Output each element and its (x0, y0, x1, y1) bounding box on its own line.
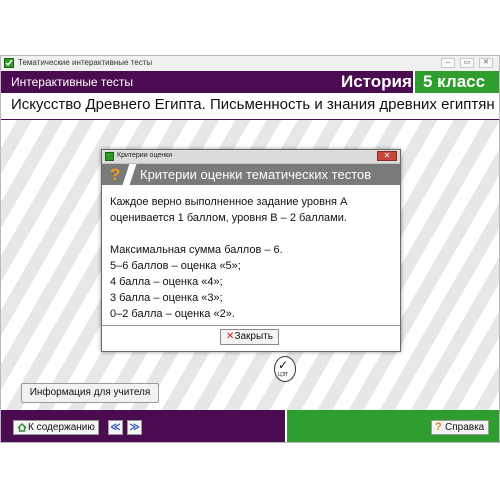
criteria-line (110, 226, 390, 242)
dialog-window-title: Критерии оценки (117, 152, 173, 159)
prev-icon: ≪ (110, 422, 121, 433)
subject-title: История (341, 72, 412, 91)
footer-bar: К содержанию ≪ ≫ ? Справка (1, 410, 499, 442)
section-title: Интерактивные тесты (11, 75, 134, 89)
dialog-divider (102, 325, 400, 326)
cet-logo-icon: ✓ ЦЭТ (274, 356, 296, 382)
title-bar: Тематические интерактивные тесты – ▭ ✕ (1, 56, 499, 72)
home-icon (17, 423, 27, 432)
toc-button[interactable]: К содержанию (13, 420, 99, 435)
help-icon: ? (435, 421, 442, 433)
help-label: Справка (445, 422, 485, 433)
close-label: Закрыть (234, 331, 273, 342)
next-icon: ≫ (129, 422, 140, 433)
criteria-line: 0–2 балла – оценка «2». (110, 308, 235, 320)
dialog-heading: Критерии оценки тематических тестов (140, 167, 372, 182)
maximize-icon[interactable]: ▭ (460, 58, 474, 68)
prev-button[interactable]: ≪ (108, 420, 123, 435)
criteria-line: оценивается 1 баллом, уровня В – 2 балла… (110, 212, 347, 224)
criteria-line: Каждое верно выполненное задание уровня … (110, 196, 348, 208)
next-button[interactable]: ≫ (127, 420, 142, 435)
question-icon: ? (110, 165, 121, 184)
dialog-body: Каждое верно выполненное задание уровня … (110, 194, 390, 322)
app-icon (4, 58, 14, 68)
criteria-line: 4 балла – оценка «4»; (110, 276, 223, 288)
close-button[interactable]: ✕Закрыть (220, 329, 279, 345)
teacher-info-button[interactable]: Информация для учителя (21, 383, 159, 403)
header-bar: Интерактивные тесты История 5 класс (1, 71, 499, 93)
dialog-title-bar: Критерии оценки ✕ (102, 150, 400, 164)
minimize-icon[interactable]: – (441, 58, 455, 68)
dialog-header: ? Критерии оценки тематических тестов (102, 164, 400, 185)
grade-label: 5 класс (423, 72, 486, 91)
footer-divider (285, 410, 287, 442)
lesson-title: Искусство Древнего Египта. Письменность … (11, 96, 495, 113)
toc-label: К содержанию (28, 422, 95, 433)
close-icon[interactable]: ✕ (479, 58, 493, 68)
grade-badge: 5 класс (415, 71, 499, 93)
help-button[interactable]: ? Справка (431, 420, 489, 435)
criteria-line: 3 балла – оценка «3»; (110, 292, 223, 304)
window-title: Тематические интерактивные тесты (18, 58, 153, 67)
dialog-close-icon[interactable]: ✕ (377, 151, 397, 161)
dialog-app-icon (105, 152, 114, 161)
criteria-line: 5–6 баллов – оценка «5»; (110, 260, 241, 272)
criteria-line: Максимальная сумма баллов – 6. (110, 244, 283, 256)
criteria-dialog: Критерии оценки ✕ ? Критерии оценки тема… (101, 149, 401, 352)
